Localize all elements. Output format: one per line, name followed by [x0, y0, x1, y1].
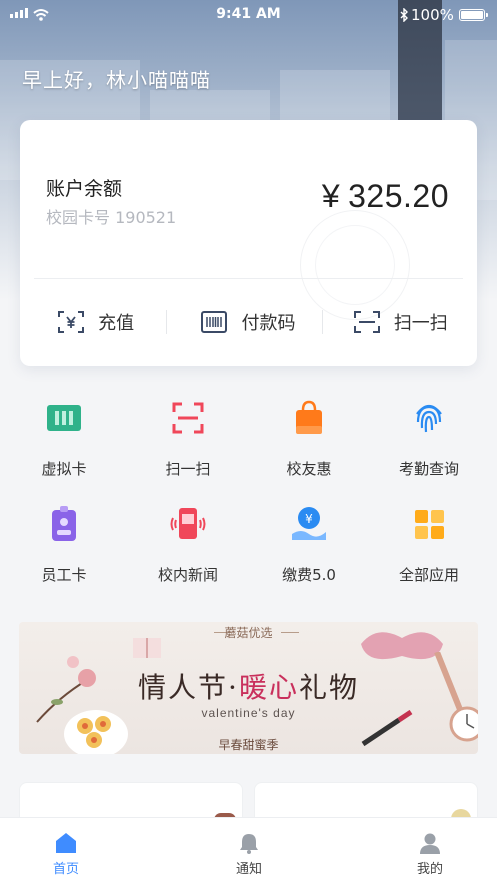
virtual-card-icon — [47, 405, 81, 431]
tab-profile[interactable]: 我的 — [400, 832, 460, 877]
all-apps-icon — [415, 510, 444, 539]
shopping-bag-icon — [296, 400, 322, 434]
tab-label: 我的 — [416, 862, 443, 877]
app-employee-card[interactable]: 员工卡 — [2, 504, 126, 585]
promo-banner[interactable]: 蘑菇优选 情人节·暖心礼物 valentine's day 早春甜蜜季 — [19, 622, 478, 754]
app-all-apps[interactable]: 全部应用 — [367, 504, 491, 585]
scan-button[interactable]: 扫一扫 — [325, 298, 477, 346]
greeting-text: 早上好，林小喵喵喵 — [22, 68, 211, 92]
battery-icon — [459, 9, 485, 21]
quick-actions: 充值 付款码 扫一扫 — [20, 298, 477, 346]
fingerprint-icon — [416, 404, 442, 433]
account-card: 账户余额 校园卡号 190521 ¥325.20 充值 付款码 扫一扫 — [20, 120, 477, 366]
balance-label: 账户余额 — [46, 178, 123, 200]
barcode-icon — [201, 311, 228, 333]
banner-title-highlight: 暖心 — [238, 671, 299, 704]
payment-hand-icon: ¥ — [292, 507, 326, 540]
banner-tag: 蘑菇优选 — [224, 626, 273, 640]
tab-home[interactable]: 首页 — [36, 832, 96, 877]
bluetooth-icon — [400, 8, 408, 22]
app-attendance[interactable]: 考勤查询 — [367, 398, 491, 479]
home-icon — [56, 833, 76, 853]
app-virtual-card[interactable]: 虚拟卡 — [2, 398, 126, 479]
app-label: 考勤查询 — [398, 460, 459, 478]
payment-code-button[interactable]: 付款码 — [172, 298, 324, 346]
recharge-button[interactable]: 充值 — [20, 298, 172, 346]
card-number: 校园卡号 190521 — [46, 208, 177, 227]
tab-notifications[interactable]: 通知 — [219, 832, 279, 877]
tab-label: 通知 — [235, 862, 262, 877]
app-payment[interactable]: ¥ 缴费5.0 — [247, 504, 371, 585]
currency-symbol: ¥ — [321, 178, 341, 214]
app-label: 校友惠 — [286, 460, 332, 478]
scan-icon — [353, 311, 380, 333]
recharge-label: 充值 — [98, 313, 135, 334]
app-alumni-deals[interactable]: 校友惠 — [247, 398, 371, 479]
bell-icon — [240, 834, 258, 854]
svg-text:¥: ¥ — [305, 512, 313, 526]
banner-subtitle: valentine's day — [201, 706, 296, 720]
app-label: 缴费5.0 — [282, 566, 336, 584]
banner-title: 情人节·暖心礼物 — [138, 671, 359, 704]
app-scan[interactable]: 扫一扫 — [126, 398, 250, 479]
tab-label: 首页 — [52, 862, 79, 877]
news-phone-icon — [170, 508, 206, 539]
tab-bar: 首页 通知 我的 — [0, 817, 497, 883]
balance-amount[interactable]: ¥325.20 — [322, 178, 449, 215]
employee-card-icon — [52, 506, 76, 541]
card-divider — [34, 278, 463, 279]
app-label: 员工卡 — [41, 566, 87, 584]
balance-value: 325.20 — [348, 178, 449, 214]
payment-code-label: 付款码 — [241, 313, 296, 334]
user-icon — [420, 833, 440, 854]
battery-percent: 100% — [411, 6, 454, 24]
scan-icon — [172, 402, 204, 434]
app-label: 虚拟卡 — [41, 460, 87, 478]
app-label: 全部应用 — [398, 566, 459, 584]
banner-footer: 早春甜蜜季 — [218, 738, 279, 752]
scan-label: 扫一扫 — [393, 313, 448, 334]
app-label: 扫一扫 — [165, 460, 211, 478]
status-bar: 9:41 AM 100% — [0, 0, 497, 30]
recharge-icon — [58, 311, 85, 333]
app-label: 校内新闻 — [157, 566, 218, 584]
app-campus-news[interactable]: 校内新闻 — [126, 504, 250, 585]
